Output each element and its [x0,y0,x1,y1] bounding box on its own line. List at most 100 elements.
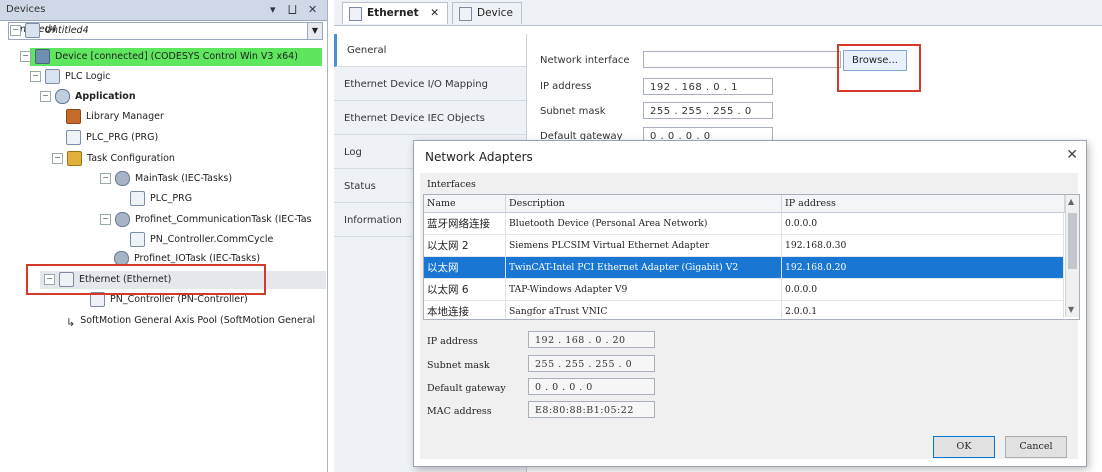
dialog-ip-field: 192 . 168 . 0 . 20 [528,331,655,348]
ip-address-label: IP address [540,81,592,92]
tree-item-label: Untitled4 [45,25,89,36]
task-icon [115,212,130,227]
collapse-toggle-icon[interactable]: − [100,214,111,225]
tree-item-task-configuration[interactable]: − Task Configuration [52,150,175,168]
table-row-selected[interactable]: 以太网 TwinCAT-Intel PCI Ethernet Adapter (… [424,257,1064,279]
tab-close-icon[interactable]: ✕ [430,7,439,19]
adapter-ip: 0.0.0.0 [782,279,1064,301]
dialog-subnet-label: Subnet mask [427,360,490,371]
dialog-gateway-field: 0 . 0 . 0 . 0 [528,378,655,395]
device-tab-icon [459,7,472,21]
tree-item-profinet-communication-task[interactable]: − Profinet_CommunicationTask (IEC-Tas [100,211,312,229]
tree-item-label: MainTask (IEC-Tasks) [135,173,233,184]
tree-item-plc-prg[interactable]: PLC_PRG (PRG) [66,129,158,147]
scroll-up-icon[interactable]: ▲ [1068,197,1074,206]
dialog-close-icon[interactable]: ✕ [1066,147,1078,163]
device-icon [35,49,50,64]
adapter-ip: 0.0.0.0 [782,213,1064,235]
pin-icon[interactable]: ⨆ [288,3,297,17]
program-icon [66,130,81,145]
table-row[interactable]: 蓝牙网络连接 Bluetooth Device (Personal Area N… [424,213,1064,235]
interfaces-list[interactable]: Name Description IP address 蓝牙网络连接 Bluet… [423,194,1080,320]
tree-item-softmotion-axis-pool[interactable]: ↳ SoftMotion General Axis Pool (SoftMotio… [66,312,324,330]
ok-button[interactable]: OK [933,436,995,458]
table-row[interactable]: 以太网 6 TAP-Windows Adapter V9 0.0.0.0 [424,279,1064,301]
collapse-toggle-icon[interactable]: − [20,51,31,62]
table-row[interactable]: 以太网 2 Siemens PLCSIM Virtual Ethernet Ad… [424,235,1064,257]
table-row[interactable]: 本地连接 Sangfor aTrust VNIC 2.0.0.1 [424,301,1064,318]
network-interface-field[interactable] [643,51,841,68]
adapter-description: TwinCAT-Intel PCI Ethernet Adapter (Giga… [506,257,782,279]
program-call-icon [130,232,145,247]
tree-item-device[interactable]: − Device [connected] (CODESYS Control Win… [20,48,298,66]
editor-tab-bar: Ethernet ✕ Device [334,0,1102,26]
adapter-description: Siemens PLCSIM Virtual Ethernet Adapter [506,235,782,257]
cancel-button[interactable]: Cancel [1005,436,1067,458]
program-call-icon [130,191,145,206]
dialog-title: Network Adapters [425,150,533,164]
interfaces-label: Interfaces [427,179,476,190]
tree-item-label: Library Manager [86,111,164,122]
library-icon [66,109,81,124]
tab-label: Ethernet [367,7,419,19]
task-config-icon [67,151,82,166]
panel-menu-dropdown-icon[interactable]: ▾ [270,3,276,16]
devices-panel-title-bar: Devices ▾ ⨆ ✕ [0,0,327,21]
dialog-gateway-label: Default gateway [427,383,506,394]
column-header-ip-address[interactable]: IP address [782,195,1065,213]
nav-general[interactable]: General [334,34,526,67]
tree-item-label: PLC_PRG [150,193,193,204]
devices-panel-title: Devices [6,4,46,15]
panel-close-icon[interactable]: ✕ [308,3,317,16]
tree-item-label: Profinet_IOTask (IEC-Tasks) [134,253,261,264]
dialog-subnet-field: 255 . 255 . 255 . 0 [528,355,655,372]
tree-item-pn-controller-commcycle[interactable]: PN_Controller.CommCycle [130,231,273,249]
tree-item-maintask[interactable]: − MainTask (IEC-Tasks) [100,170,232,188]
application-icon [55,89,70,104]
nav-iec-objects[interactable]: Ethernet Device IEC Objects [334,102,526,135]
collapse-toggle-icon[interactable]: − [30,71,41,82]
tree-item-label: SoftMotion General Axis Pool (SoftMotion… [80,315,316,326]
tab-ethernet[interactable]: Ethernet ✕ [342,2,449,24]
plc-logic-icon [45,69,60,84]
subnet-mask-field[interactable]: 255 . 255 . 255 . 0 [643,102,773,119]
tree-item-label: Profinet_CommunicationTask (IEC-Tas [135,214,312,225]
subnet-mask-label: Subnet mask [540,106,606,117]
collapse-toggle-icon[interactable]: − [52,153,63,164]
adapter-name: 蓝牙网络连接 [424,213,506,235]
tree-item-project[interactable]: − Untitled4 [10,22,89,40]
collapse-toggle-icon[interactable]: − [100,173,111,184]
dialog-mac-field: E8:80:88:B1:05:22 [528,401,655,418]
tree-item-plc-logic[interactable]: − PLC Logic [30,68,111,86]
nav-io-mapping[interactable]: Ethernet Device I/O Mapping [334,68,526,101]
adapter-ip: 192.168.0.20 [782,257,1064,279]
collapse-toggle-icon[interactable]: − [10,25,21,36]
adapter-name: 以太网 2 [424,235,506,257]
ip-address-field[interactable]: 192 . 168 . 0 . 1 [643,78,773,95]
collapse-toggle-icon[interactable]: − [40,91,51,102]
tree-item-label: Device [connected] (CODESYS Control Win … [55,51,298,62]
dialog-mac-label: MAC address [427,406,492,417]
scroll-thumb[interactable] [1068,213,1077,269]
list-scrollbar[interactable]: ▲ ▼ [1065,195,1079,317]
adapter-description: Bluetooth Device (Personal Area Network) [506,213,782,235]
ethernet-tab-icon [349,7,362,21]
annotation-box-ethernet [26,264,266,295]
tree-item-library-manager[interactable]: Library Manager [66,108,164,126]
scroll-down-icon[interactable]: ▼ [1068,305,1074,314]
adapter-ip: 2.0.0.1 [782,301,1064,318]
column-header-description[interactable]: Description [506,195,782,213]
network-interface-label: Network interface [540,55,630,66]
column-header-name[interactable]: Name [424,195,506,213]
adapter-name: 以太网 6 [424,279,506,301]
dialog-ip-label: IP address [427,336,478,347]
chevron-down-icon[interactable]: ▼ [307,23,322,39]
devices-panel: Devices ▾ ⨆ ✕ Untitled4 ▼ − Untitled4 − De… [0,0,328,472]
tree-item-plc-prg-call[interactable]: PLC_PRG [130,190,192,208]
tree-item-application[interactable]: − Application [40,88,136,106]
tree-item-label: Application [75,91,136,102]
adapter-ip: 192.168.0.30 [782,235,1064,257]
tree-item-label: PN_Controller (PN-Controller) [110,294,248,305]
tree-item-label: Task Configuration [87,153,175,164]
tab-device[interactable]: Device [452,2,522,24]
